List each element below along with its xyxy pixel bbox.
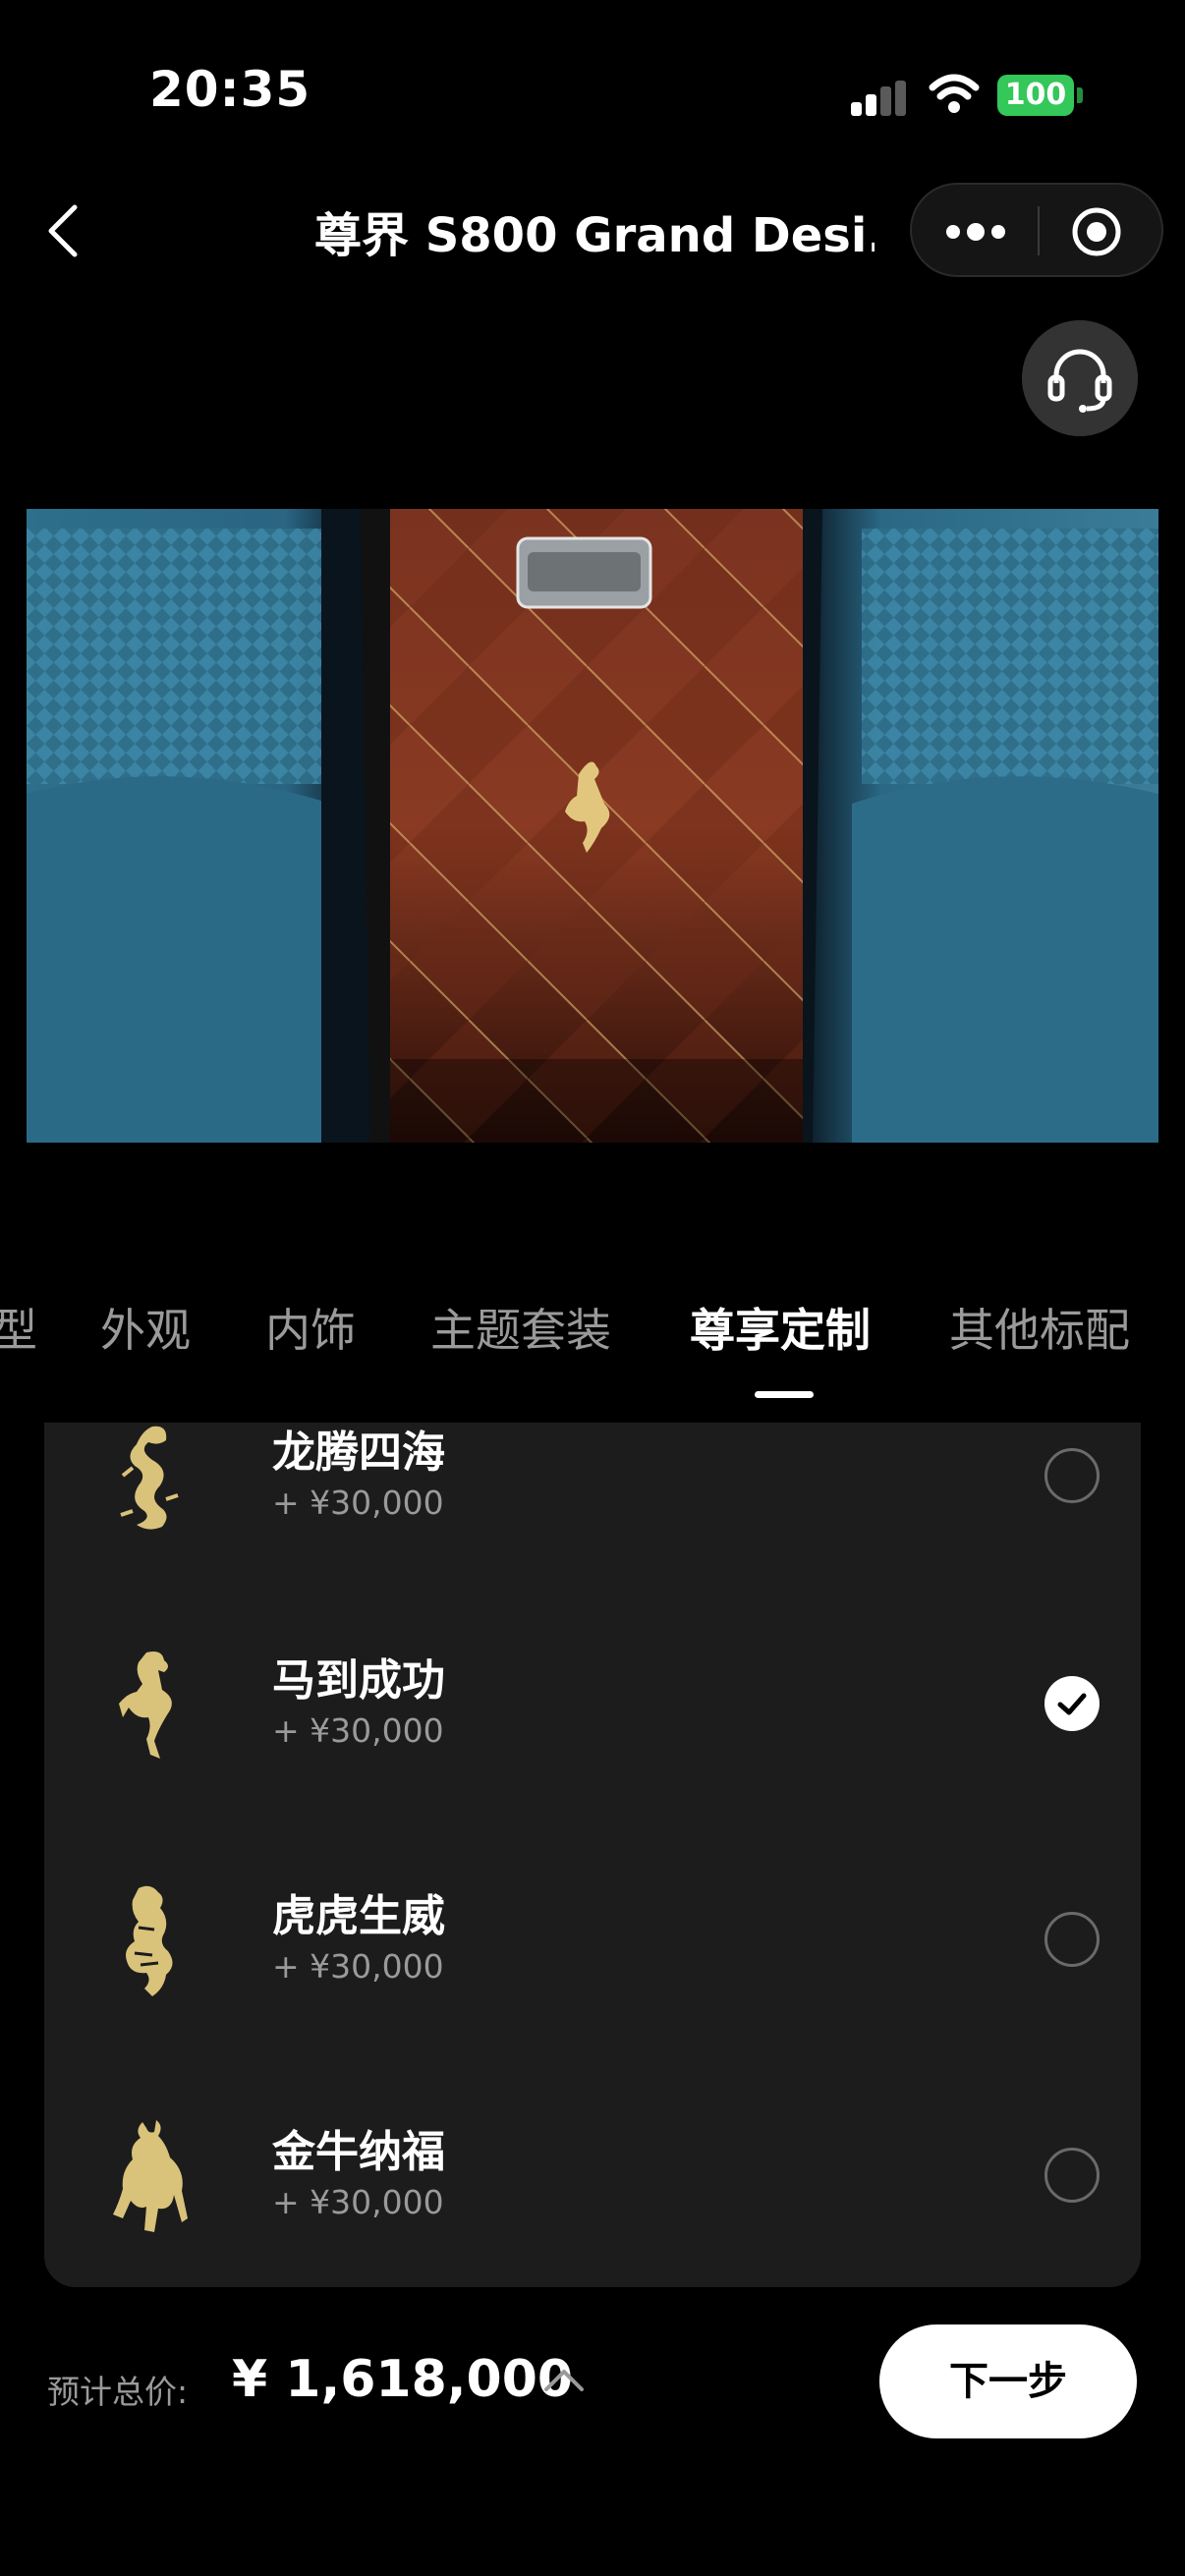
option-name: 龙腾四海 (272, 1428, 445, 1478)
dragon-emblem-icon (120, 1426, 179, 1530)
option-price: + ¥30,000 (272, 1711, 444, 1750)
option-name: 虎虎生威 (272, 1891, 445, 1941)
list-item[interactable]: 金牛纳福 + ¥30,000 (44, 2059, 1141, 2287)
option-price: + ¥30,000 (272, 1947, 444, 1986)
bull-emblem-icon (113, 2120, 188, 2232)
interior-photo (27, 509, 1158, 1143)
tiger-emblem-icon (126, 1885, 173, 1996)
list-item[interactable]: 龙腾四海 + ¥30,000 (44, 1423, 1141, 1588)
option-radio[interactable] (1044, 2148, 1100, 2203)
tab-theme-packages[interactable]: 主题套装 (430, 1295, 611, 1360)
option-price: + ¥30,000 (272, 1484, 444, 1522)
option-price: + ¥30,000 (272, 2183, 444, 2221)
tab-exclusive-customization[interactable]: 尊享定制 (690, 1295, 871, 1360)
estimated-total-price: ¥ 1,618,000 (232, 2350, 574, 2409)
status-time: 20:35 (149, 61, 311, 118)
list-item[interactable]: 马到成功 + ¥30,000 (44, 1588, 1141, 1823)
option-radio[interactable] (1044, 1448, 1100, 1503)
mini-program-capsule (910, 183, 1163, 277)
chevron-left-icon[interactable] (43, 201, 83, 260)
option-name: 金牛纳福 (272, 2127, 445, 2177)
tab-model[interactable]: 型 (0, 1295, 37, 1360)
page-title: 尊界 S800 Grand Desi... (314, 208, 875, 263)
battery-indicator: 100 (997, 75, 1074, 116)
signal-icon (851, 81, 906, 116)
option-name: 马到成功 (272, 1655, 445, 1706)
checkmark-icon (1057, 1693, 1087, 1715)
list-item[interactable]: 虎虎生威 + ¥30,000 (44, 1823, 1141, 2059)
next-step-button[interactable]: 下一步 (879, 2324, 1137, 2438)
more-dots-icon[interactable] (941, 214, 1010, 250)
option-radio[interactable] (1044, 1912, 1100, 1967)
battery-tip (1077, 87, 1083, 103)
headset-icon[interactable] (1022, 320, 1138, 436)
active-tab-indicator (755, 1391, 814, 1398)
estimated-total-label: 预计总价: (47, 2373, 189, 2411)
horse-emblem-icon (119, 1652, 172, 1759)
customization-options-list: 龙腾四海 + ¥30,000 马到成功 + ¥30,000 虎虎生威 + ¥30… (44, 1423, 1141, 2287)
tab-exterior[interactable]: 外观 (100, 1295, 191, 1360)
option-radio-checked[interactable] (1044, 1676, 1100, 1731)
capsule-divider (1038, 206, 1040, 255)
target-icon[interactable] (1071, 206, 1122, 257)
tab-other-standard[interactable]: 其他标配 (949, 1295, 1130, 1360)
wifi-icon (929, 74, 980, 113)
category-tabs: 型 外观 内饰 主题套装 尊享定制 其他标配 (0, 1295, 1185, 1403)
tab-interior[interactable]: 内饰 (265, 1295, 356, 1360)
chevron-up-icon[interactable] (542, 2364, 586, 2393)
